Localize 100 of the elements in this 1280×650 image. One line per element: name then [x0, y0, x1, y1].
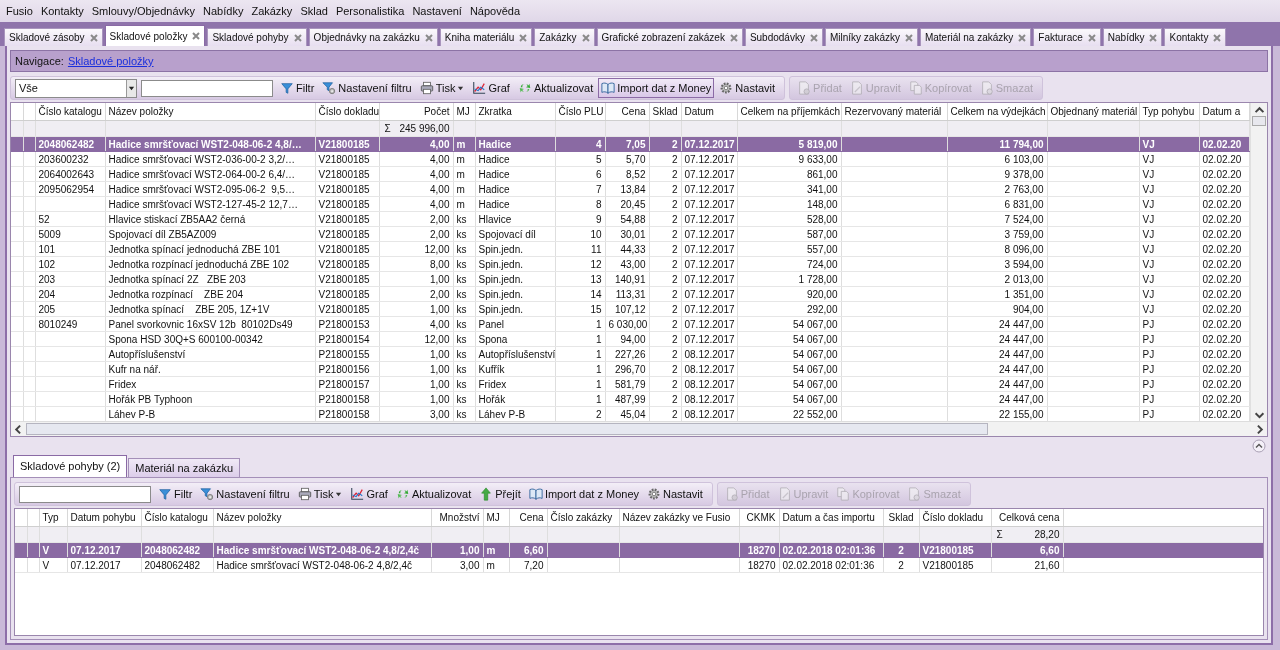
- column-header[interactable]: Datum a: [1202, 106, 1241, 117]
- close-icon[interactable]: [1148, 32, 1159, 43]
- document-tab[interactable]: Skladové položky: [104, 25, 206, 46]
- table-row[interactable]: 2095062954 Hadice smršťovací WST2-095-06-2 9,5… V21800185 4,00 m Hadice 7 13,84 2 07.12.2017 341,00 2 763,00 VJ 02.02.20: [11, 181, 1249, 197]
- table-row[interactable]: Fridex P21800157 1,00 ks Fridex 1 581,79 2 08.12.2017 54 067,00 24 447,00 PJ 02.02.20: [11, 376, 1249, 392]
- toolbar-button[interactable]: Nastavení filtru: [197, 484, 293, 504]
- column-header[interactable]: Cena: [621, 106, 646, 117]
- document-tab[interactable]: Milníky zakázky: [824, 28, 918, 46]
- close-icon[interactable]: [292, 32, 303, 43]
- table-cell: Spin.jedn.: [478, 303, 523, 315]
- filter-dropdown[interactable]: Vše: [15, 78, 137, 98]
- toolbar-button[interactable]: Graf: [347, 484, 391, 504]
- scrollbar-thumb[interactable]: [26, 423, 988, 435]
- toolbar-button[interactable]: Aktualizovat: [392, 484, 475, 504]
- column-header[interactable]: Název položky: [108, 106, 174, 117]
- toolbar-button[interactable]: Filtr: [277, 78, 318, 98]
- table-row[interactable]: 8010249 Panel svorkovnic 16xSV 12b 80102Ds49 P21800153 4,00 ks Panel 1 6 030,00 2 07.12.2017 54 067,00 24 447,00 PJ 02.02.20: [11, 316, 1249, 332]
- toolbar-button[interactable]: Nastavit: [644, 484, 706, 504]
- toolbar-button[interactable]: Graf: [469, 78, 513, 98]
- menu-item[interactable]: Nabídky: [199, 5, 248, 17]
- toolbar-button[interactable]: Nastavení filtru: [319, 78, 415, 98]
- table-cell: Hadice smršťovací WST2-095-06-2 9,5…: [108, 183, 296, 195]
- horizontal-scrollbar[interactable]: [11, 421, 1267, 436]
- search-field[interactable]: [141, 79, 273, 97]
- toolbar-button[interactable]: Nastavit: [716, 78, 779, 98]
- close-icon[interactable]: [1086, 32, 1097, 43]
- document-tab[interactable]: Kontakty: [1164, 28, 1227, 46]
- table-row[interactable]: 102 Jednotka rozpínací jednoduchá ZBE 102 V21800185 8,00 ks Spin.jedn. 12 43,00 2 07.12.2017 724,00 3 594,00 VJ 02.02.20: [11, 256, 1249, 272]
- table-row[interactable]: 203 Jednotka spínací 2Z ZBE 203 V21800185 1,00 ks Spin.jedn. 13 140,91 2 07.12.2017 1 728,00 2 013,00 VJ 02.02.20: [11, 271, 1249, 287]
- column-header[interactable]: Název položky: [216, 512, 282, 523]
- search-field[interactable]: [19, 485, 151, 503]
- toolbar-button[interactable]: Tisk: [294, 484, 346, 504]
- column-header[interactable]: Název zakázky ve Fusio: [622, 512, 731, 523]
- column-header[interactable]: MJ: [486, 512, 500, 523]
- menu-item[interactable]: Nastavení: [408, 5, 466, 17]
- menu-item[interactable]: Nápověda: [465, 5, 525, 17]
- column-header[interactable]: Počet: [423, 106, 450, 117]
- panel-tab[interactable]: Materiál na zakázku: [128, 458, 241, 477]
- column-header[interactable]: Cena: [519, 512, 544, 523]
- menu-item[interactable]: Smlouvy/Objednávky: [87, 5, 200, 17]
- close-icon[interactable]: [191, 31, 202, 41]
- close-icon[interactable]: [808, 32, 819, 43]
- table-cell: V21800185: [318, 273, 370, 285]
- document-tab[interactable]: Zakázky: [534, 28, 595, 46]
- document-tab[interactable]: Fakturace: [1033, 28, 1101, 46]
- table-row[interactable]: Hořák PB Typhoon P21800158 1,00 ks Hořák 1 487,99 2 08.12.2017 54 067,00 24 447,00 PJ 02.02.20: [11, 391, 1249, 407]
- document-tab[interactable]: Nabídky: [1102, 28, 1163, 46]
- breadcrumb-link[interactable]: Skladové položky: [67, 55, 154, 67]
- document-tab[interactable]: Materiál na zakázky: [919, 28, 1032, 46]
- table-row[interactable]: 2064002643 Hadice smršťovací WST2-064-00-2 6,4/… V21800185 4,00 m Hadice 6 8,52 2 07.12.2017 861,00 9 378,00 VJ 02.02.20: [11, 166, 1249, 182]
- menu-item[interactable]: Personalistika: [331, 5, 409, 17]
- table-row[interactable]: 5009 Spojovací díl ZB5AZ009 V21800185 2,00 ks Spojovací díl 10 30,01 2 07.12.2017 587,00 3 759,00 VJ 02.02.20: [11, 226, 1249, 242]
- menu-item[interactable]: Zakázky: [247, 5, 297, 17]
- table-row[interactable]: V 07.12.2017 2048062482 Hadice smršťovací WST2-048-06-2 4,8/2,4č 3,00 m 7,20 18270 02.02.2018 02:01:36 2 V21800185 21,60: [15, 557, 1263, 573]
- column-header[interactable]: Typ: [42, 512, 59, 523]
- menu-item[interactable]: Fusio: [2, 5, 37, 17]
- close-icon[interactable]: [728, 32, 739, 43]
- close-icon[interactable]: [423, 32, 434, 43]
- close-icon[interactable]: [580, 32, 591, 43]
- column-header[interactable]: Zkratka: [478, 106, 512, 117]
- document-tab[interactable]: Objednávky na zakázku: [308, 28, 438, 46]
- menu-item[interactable]: Sklad: [296, 5, 332, 17]
- toolbar-button[interactable]: Tisk: [416, 78, 468, 98]
- table-cell: 6 103,00: [1004, 153, 1044, 165]
- document-tab[interactable]: Skladové pohyby: [207, 28, 307, 46]
- toolbar-button[interactable]: Aktualizovat: [514, 78, 597, 98]
- toolbar-button[interactable]: Filtr: [155, 484, 196, 504]
- close-icon[interactable]: [1017, 32, 1028, 43]
- vertical-scrollbar[interactable]: [1250, 103, 1267, 421]
- table-row[interactable]: 203600232 Hadice smršťovací WST2-036-00-2 3,2/… V21800185 4,00 m Hadice 5 5,70 2 07.12.2017 9 633,00 6 103,00 VJ 02.02.20: [11, 151, 1249, 167]
- column-header[interactable]: Datum: [684, 106, 714, 117]
- toolbar-button[interactable]: Import dat z Money: [525, 484, 643, 504]
- panel-tab[interactable]: Skladové pohyby (2): [13, 455, 128, 477]
- table-row[interactable]: 101 Jednotka spínací jednoduchá ZBE 101 V21800185 12,00 ks Spin.jedn. 11 44,33 2 07.12.2017 557,00 8 096,00 VJ 02.02.20: [11, 241, 1249, 257]
- table-row[interactable]: 205 Jednotka spínací ZBE 205, 1Z+1V V21800185 1,00 ks Spin.jedn. 15 107,12 2 07.12.2017 292,00 904,00 VJ 02.02.20: [11, 301, 1249, 317]
- table-cell: 07.12.2017: [70, 559, 121, 571]
- table-cell: 1: [595, 333, 602, 345]
- table-cell: Hořák: [478, 393, 506, 405]
- close-icon[interactable]: [1212, 32, 1223, 43]
- table-cell: 1 728,00: [798, 273, 838, 285]
- toolbar-button[interactable]: Import dat z Money: [598, 78, 715, 98]
- scrollbar-thumb[interactable]: [1252, 116, 1266, 126]
- toolbar-button[interactable]: Přejít: [476, 484, 524, 504]
- table-row[interactable]: V 07.12.2017 2048062482 Hadice smršťovací WST2-048-06-2 4,8/2,4č 1,00 m 6,60 18270 02.02.2018 02:01:36 2 V21800185 6,60: [15, 542, 1263, 558]
- close-icon[interactable]: [518, 32, 529, 43]
- document-tab[interactable]: Skladové zásoby: [4, 28, 103, 46]
- menu-item[interactable]: Kontakty: [36, 5, 88, 17]
- table-row[interactable]: 2048062482 Hadice smršťovací WST2-048-06-2 4,8/… V21800185 4,00 m Hadice 4 7,05 2 07.12.2017 5 819,00 11 794,00 VJ 02.02.20: [11, 136, 1249, 152]
- document-tab[interactable]: Grafické zobrazení zakázek: [596, 28, 743, 46]
- table-cell: 54 067,00: [793, 363, 838, 375]
- table-row[interactable]: Kufr na nář. P21800156 1,00 ks Kufřík 1 296,70 2 08.12.2017 54 067,00 24 447,00 PJ 02.02.20: [11, 361, 1249, 377]
- table-row[interactable]: 52 Hlavice stiskací ZB5AA2 černá V21800185 2,00 ks Hlavice 9 54,88 2 07.12.2017 528,00 7 524,00 VJ 02.02.20: [11, 211, 1249, 227]
- document-tab[interactable]: Kniha materiálu: [439, 28, 533, 46]
- table-row[interactable]: Spona HSD 30Q+S 600100-00342 P21800154 12,00 ks Spona 1 94,00 2 07.12.2017 54 067,00 24 447,00 PJ 02.02.20: [11, 331, 1249, 347]
- table-row[interactable]: Hadice smršťovací WST2-127-45-2 12,7… V21800185 4,00 m Hadice 8 20,45 2 07.12.2017 148,00 6 831,00 VJ 02.02.20: [11, 196, 1249, 212]
- close-icon[interactable]: [903, 32, 914, 43]
- document-tab[interactable]: Subdodávky: [744, 28, 823, 46]
- column-header[interactable]: Datum a čas importu: [782, 512, 875, 523]
- table-row[interactable]: 204 Jednotka rozpínací ZBE 204 V21800185 2,00 ks Spin.jedn. 14 113,31 2 07.12.2017 920,00 1 351,00 VJ 02.02.20: [11, 286, 1249, 302]
- close-icon[interactable]: [88, 32, 99, 43]
